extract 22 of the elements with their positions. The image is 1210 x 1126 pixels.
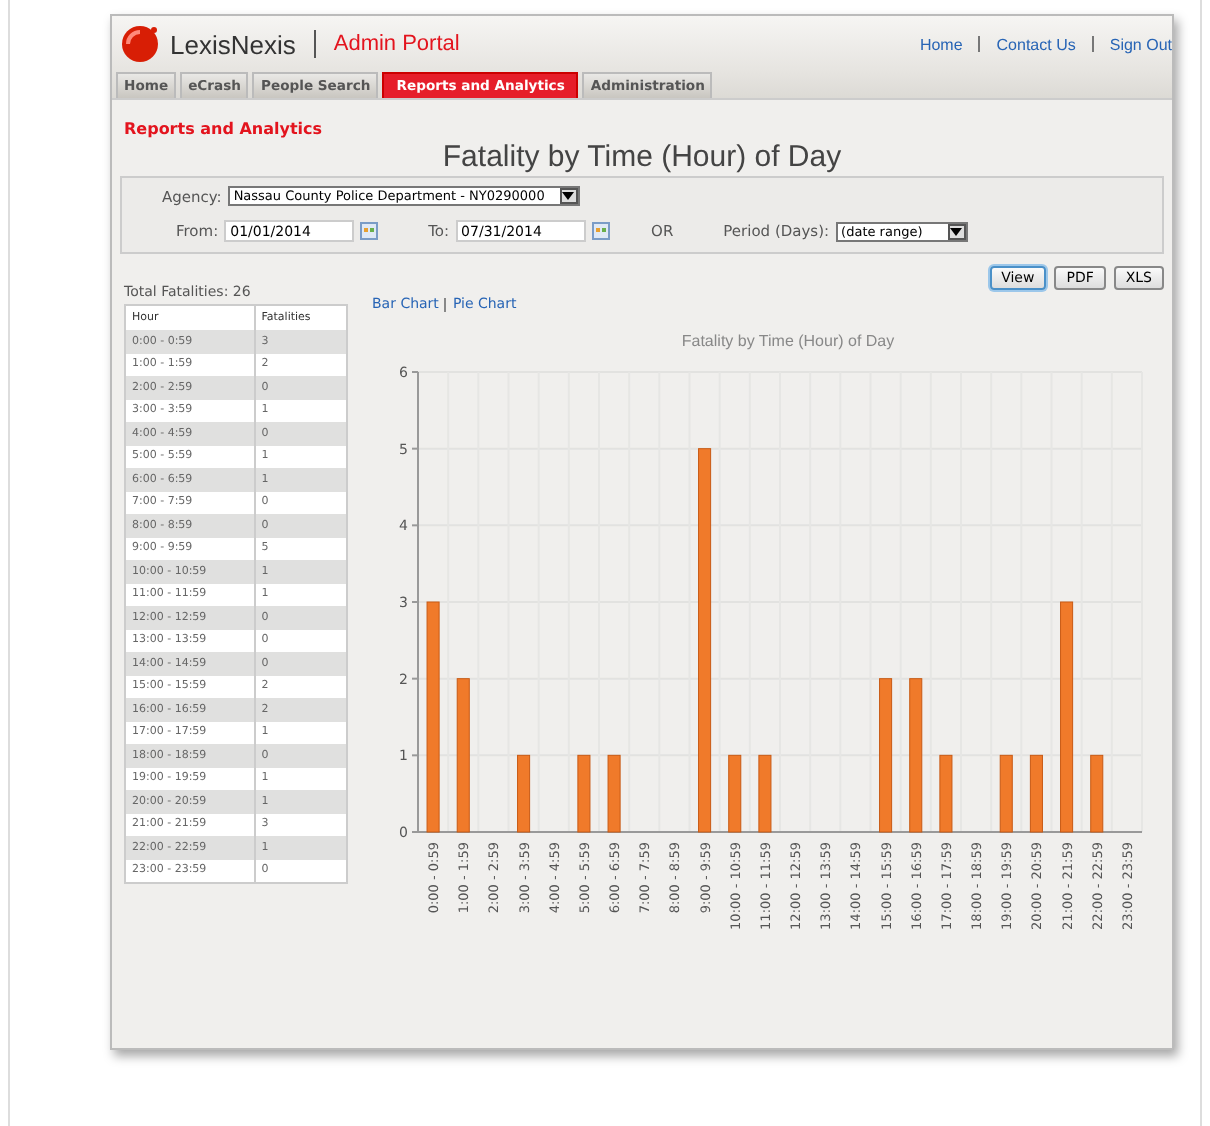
chart-title: Fatality by Time (Hour) of Day <box>679 332 897 350</box>
portal-title: Admin Portal <box>333 32 460 56</box>
calendar-icon[interactable] <box>360 222 379 240</box>
bar <box>577 754 591 833</box>
header-link[interactable]: Sign Out <box>1109 35 1172 53</box>
caret-icon <box>950 227 963 235</box>
bar <box>1029 754 1043 833</box>
bar <box>939 754 953 833</box>
report-title: Fatality by Time (Hour) of Day <box>440 140 844 174</box>
header-link[interactable]: Home <box>919 35 963 53</box>
bar <box>728 754 742 833</box>
bar <box>758 754 772 833</box>
logo-icon <box>120 24 160 64</box>
caret-icon <box>562 192 575 200</box>
bar <box>517 754 531 833</box>
brand-name: LexisNexis <box>170 29 296 59</box>
bar <box>1090 754 1104 833</box>
calendar-icon[interactable] <box>591 222 610 240</box>
bar <box>999 754 1013 833</box>
section-title: Reports and Analytics <box>124 120 325 138</box>
header-link[interactable]: Contact Us <box>996 35 1076 53</box>
bar <box>607 754 621 833</box>
